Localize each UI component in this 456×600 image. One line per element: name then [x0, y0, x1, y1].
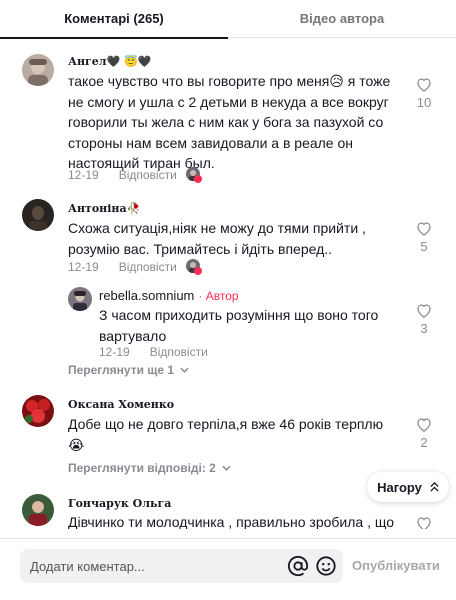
like-button[interactable]	[410, 516, 438, 529]
reply-button[interactable]: Відповісти	[119, 168, 177, 182]
avatar[interactable]	[22, 395, 54, 427]
comment-item: Ангел🖤 😇🖤 такое чувство что вы говорите …	[0, 39, 456, 189]
view-replies[interactable]: Переглянути відповіді: 2	[68, 461, 231, 475]
like-count: 5	[420, 239, 428, 254]
heart-icon	[417, 222, 431, 236]
comment-list[interactable]: Ангел🖤 😇🖤 такое чувство что вы говорите …	[0, 39, 456, 529]
like-count: 2	[420, 435, 428, 450]
like-button[interactable]: 10	[410, 77, 438, 110]
reply-username[interactable]: rebella.somnium · Автор	[99, 288, 239, 303]
like-button[interactable]: 2	[410, 417, 438, 450]
scroll-to-top-button[interactable]: Нагору	[367, 472, 449, 502]
reply-date: 12-19	[99, 345, 130, 359]
view-more-replies[interactable]: Переглянути ще 1	[68, 363, 189, 377]
comment-text: Добе що не довго терпіла,я вже 46 років …	[68, 416, 384, 453]
comment-meta: 12-19 Відповісти	[68, 168, 177, 182]
reply-button[interactable]: Відповісти	[150, 345, 208, 359]
author-heart-badge	[194, 175, 202, 183]
reply-text: З часом приходить розуміння що воно того…	[99, 307, 379, 344]
heart-icon	[417, 304, 431, 318]
heart-icon	[417, 517, 431, 529]
comment-item: Антоніна🥀 Схожа ситуація,ніяк не можу до…	[0, 189, 456, 379]
comment-username[interactable]: Антоніна🥀	[68, 202, 140, 215]
comment-username[interactable]: Ангел🖤 😇🖤	[68, 55, 151, 68]
comment-input-box[interactable]	[20, 549, 343, 583]
reply-meta: 12-19 Відповісти	[99, 345, 208, 359]
avatar[interactable]	[22, 54, 54, 86]
avatar[interactable]	[22, 199, 54, 231]
like-button[interactable]: 3	[410, 303, 438, 336]
author-badge: · Автор	[198, 289, 239, 303]
avatar[interactable]	[22, 494, 54, 526]
reply-button[interactable]: Відповісти	[119, 260, 177, 274]
chevron-down-icon	[180, 367, 189, 373]
heart-icon	[417, 78, 431, 92]
view-replies-label: Переглянути відповіді: 2	[68, 461, 216, 475]
chevron-down-icon	[222, 465, 231, 471]
comment-username[interactable]: Гончарук Ольга	[68, 497, 171, 510]
like-button[interactable]: 5	[410, 221, 438, 254]
like-count: 10	[416, 95, 432, 110]
comment-text: Схожа ситуація,ніяк не можу до тями прий…	[68, 220, 366, 257]
tab-author-videos[interactable]: Відео автора	[228, 0, 456, 38]
reply-username-text[interactable]: rebella.somnium	[99, 288, 194, 303]
comment-text: такое чувство что вы говорите про меня😥 …	[68, 73, 391, 171]
comment-footer: Опублікувати	[0, 538, 456, 600]
comment-date: 12-19	[68, 168, 99, 182]
comment-input[interactable]	[30, 549, 280, 583]
comment-date: 12-19	[68, 260, 99, 274]
chevron-up-icon	[430, 482, 439, 492]
comment-meta: 12-19 Відповісти	[68, 260, 177, 274]
comment-username[interactable]: Оксана Хоменко	[68, 398, 174, 411]
heart-icon	[417, 418, 431, 432]
tab-bar: Коментарі (265) Відео автора	[0, 0, 456, 39]
emoji-icon[interactable]	[315, 555, 337, 577]
publish-button[interactable]: Опублікувати	[352, 549, 440, 583]
avatar[interactable]	[68, 287, 92, 311]
tab-comments[interactable]: Коментарі (265)	[0, 0, 228, 39]
scroll-to-top-label: Нагору	[377, 479, 422, 495]
author-heart-badge	[194, 267, 202, 275]
comment-item: Оксана Хоменко Добе що не довго терпіла,…	[0, 389, 456, 484]
comment-text: Дівчинко ти молодчинка , правильно зроби…	[68, 514, 395, 529]
like-count: 3	[420, 321, 428, 336]
at-icon[interactable]	[287, 555, 309, 577]
view-more-label: Переглянути ще 1	[68, 363, 175, 377]
